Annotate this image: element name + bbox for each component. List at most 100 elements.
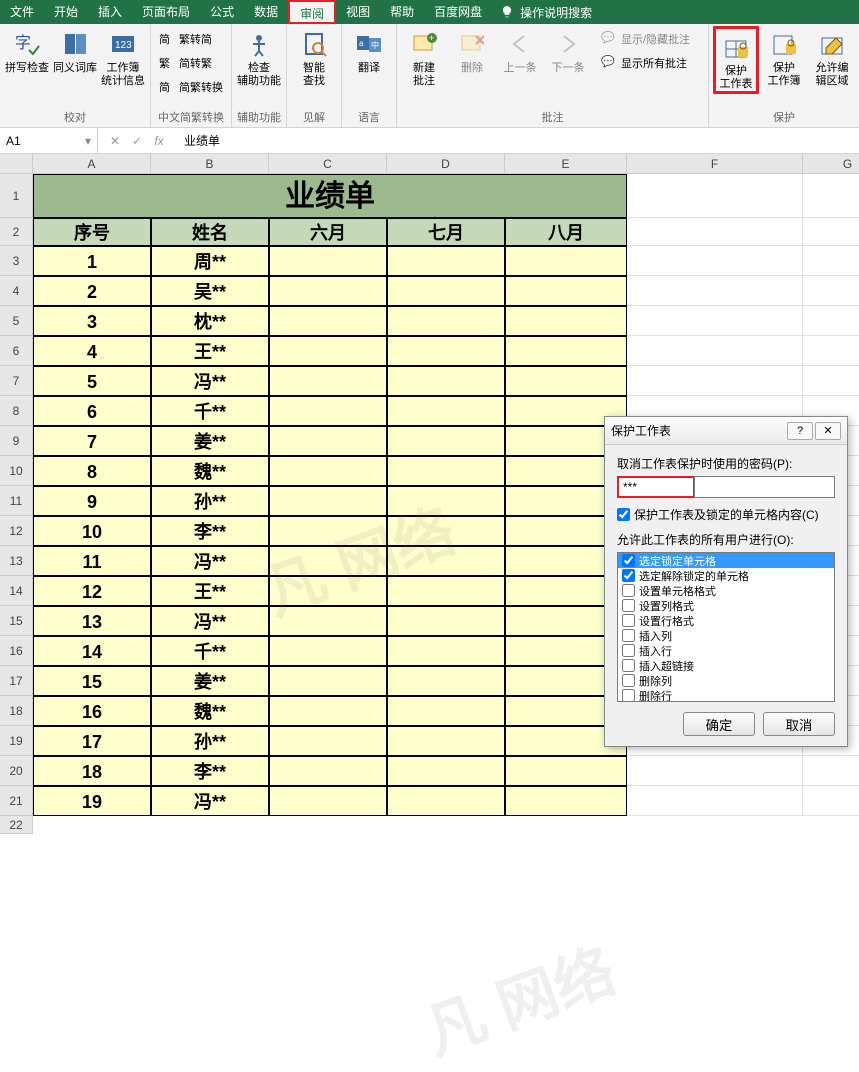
row-header[interactable]: 9 [0,426,33,456]
row-header[interactable]: 20 [0,756,33,786]
table-data-cell[interactable] [269,756,387,786]
table-data-cell[interactable]: 姜** [151,426,269,456]
table-data-cell[interactable]: 李** [151,516,269,546]
table-data-cell[interactable]: 4 [33,336,151,366]
table-data-cell[interactable] [387,756,505,786]
table-header-cell[interactable]: 姓名 [151,218,269,246]
table-data-cell[interactable] [387,546,505,576]
row-header[interactable]: 10 [0,456,33,486]
table-header-cell[interactable]: 八月 [505,218,627,246]
table-data-cell[interactable] [269,396,387,426]
cell[interactable] [627,246,803,276]
row-header[interactable]: 8 [0,396,33,426]
table-data-cell[interactable] [387,726,505,756]
permission-item[interactable]: 插入行 [618,643,834,658]
permission-checkbox[interactable] [622,644,635,657]
workbook-stats-button[interactable]: 123 工作簿 统计信息 [100,26,146,88]
table-data-cell[interactable]: 李** [151,756,269,786]
tab-help[interactable]: 帮助 [380,0,424,24]
cell[interactable] [803,246,859,276]
table-data-cell[interactable] [269,486,387,516]
cell[interactable] [627,366,803,396]
table-data-cell[interactable]: 17 [33,726,151,756]
tab-pagelayout[interactable]: 页面布局 [132,0,200,24]
column-header[interactable]: D [387,154,505,174]
trad-to-simp-button[interactable]: 简繁转简 [155,28,227,50]
table-data-cell[interactable]: 吴** [151,276,269,306]
permission-item[interactable]: 设置行格式 [618,613,834,628]
ok-button[interactable]: 确定 [683,712,755,736]
allow-edit-ranges-button[interactable]: 允许编 辑区域 [809,26,855,88]
permission-item[interactable]: 选定锁定单元格 [618,553,834,568]
table-data-cell[interactable] [269,546,387,576]
permission-checkbox[interactable] [622,659,635,672]
password-input-ext[interactable] [694,476,835,498]
thesaurus-button[interactable]: 同义词库 [52,26,98,75]
cell[interactable] [627,756,803,786]
permission-item[interactable]: 插入超链接 [618,658,834,673]
tab-view[interactable]: 视图 [336,0,380,24]
permission-checkbox[interactable] [622,554,635,567]
protect-sheet-button[interactable]: 保护 工作表 [713,26,759,94]
table-data-cell[interactable] [387,336,505,366]
name-box[interactable]: A1 ▾ [0,128,98,153]
column-header[interactable]: B [151,154,269,174]
permissions-list[interactable]: 选定锁定单元格选定解除锁定的单元格设置单元格格式设置列格式设置行格式插入列插入行… [617,552,835,702]
table-data-cell[interactable] [387,606,505,636]
select-all-corner[interactable] [0,154,33,174]
tab-review[interactable]: 审阅 [288,0,336,24]
cell[interactable] [627,306,803,336]
table-data-cell[interactable] [505,366,627,396]
smart-lookup-button[interactable]: 智能 查找 [291,26,337,88]
table-data-cell[interactable] [269,246,387,276]
table-data-cell[interactable]: 15 [33,666,151,696]
cancel-button[interactable]: 取消 [763,712,835,736]
check-accessibility-button[interactable]: 检查 辅助功能 [236,26,282,88]
table-data-cell[interactable]: 7 [33,426,151,456]
table-data-cell[interactable]: 2 [33,276,151,306]
prev-comment-button[interactable]: 上一条 [497,26,543,75]
table-data-cell[interactable] [505,306,627,336]
cell[interactable] [803,276,859,306]
cell[interactable] [627,336,803,366]
row-header[interactable]: 2 [0,218,33,246]
enter-formula-icon[interactable]: ✓ [128,134,146,148]
row-header[interactable]: 18 [0,696,33,726]
table-data-cell[interactable] [269,786,387,816]
table-data-cell[interactable] [269,336,387,366]
table-data-cell[interactable] [505,786,627,816]
row-header[interactable]: 14 [0,576,33,606]
cell[interactable] [627,276,803,306]
table-data-cell[interactable] [387,786,505,816]
table-data-cell[interactable] [387,696,505,726]
show-hide-comment-button[interactable]: 💬显示/隐藏批注 [597,28,694,50]
table-data-cell[interactable]: 冯** [151,606,269,636]
table-data-cell[interactable]: 冯** [151,546,269,576]
table-data-cell[interactable] [269,696,387,726]
table-data-cell[interactable]: 6 [33,396,151,426]
table-data-cell[interactable] [269,726,387,756]
table-data-cell[interactable]: 9 [33,486,151,516]
column-header[interactable]: G [803,154,859,174]
table-data-cell[interactable] [387,636,505,666]
permission-item[interactable]: 删除行 [618,688,834,702]
table-header-cell[interactable]: 序号 [33,218,151,246]
table-data-cell[interactable]: 王** [151,336,269,366]
row-header[interactable]: 19 [0,726,33,756]
next-comment-button[interactable]: 下一条 [545,26,591,75]
column-header[interactable]: F [627,154,803,174]
table-data-cell[interactable]: 3 [33,306,151,336]
tell-me[interactable]: 操作说明搜索 [500,4,592,21]
row-header[interactable]: 5 [0,306,33,336]
permission-item[interactable]: 删除列 [618,673,834,688]
cell[interactable] [627,786,803,816]
column-header[interactable]: C [269,154,387,174]
row-header[interactable]: 6 [0,336,33,366]
translate-button[interactable]: a中 翻译 [346,26,392,75]
table-data-cell[interactable]: 10 [33,516,151,546]
cell[interactable] [627,218,803,246]
cancel-formula-icon[interactable]: ✕ [106,134,124,148]
protect-contents-checkbox[interactable] [617,508,630,521]
cell[interactable] [803,366,859,396]
table-data-cell[interactable] [387,366,505,396]
